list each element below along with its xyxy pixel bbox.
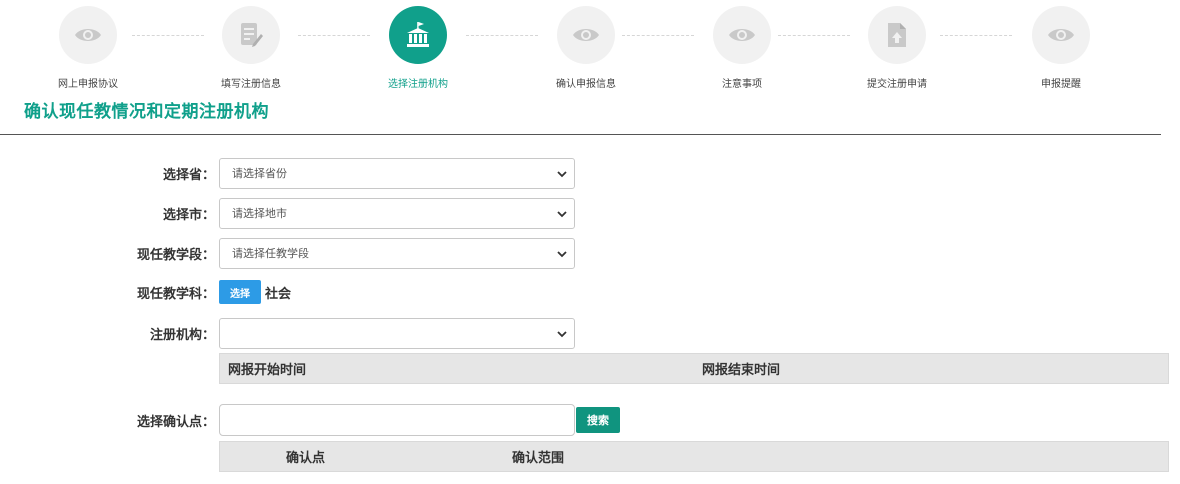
step-select-institution: 选择注册机构 xyxy=(353,6,483,90)
column-header-end-time: 网报结束时间 xyxy=(702,363,781,378)
subject-row: 现任教学科： 选择 社会 xyxy=(0,276,291,308)
chevron-down-icon xyxy=(557,250,567,257)
step-reminder: 申报提醒 xyxy=(996,6,1126,90)
step-confirm-info: 确认申报信息 xyxy=(521,6,651,90)
province-row: 选择省： 请选择省份 xyxy=(0,157,575,189)
province-label: 选择省： xyxy=(162,167,215,183)
stage-select-value: 请选择任教学段 xyxy=(232,247,309,260)
step-label: 提交注册申请 xyxy=(867,79,927,90)
province-select-value: 请选择省份 xyxy=(232,167,287,180)
select-subject-button[interactable]: 选择 xyxy=(219,280,261,304)
step-fill-info: 填写注册信息 xyxy=(186,6,316,90)
edit-document-icon xyxy=(241,23,263,47)
institution-select[interactable] xyxy=(219,317,575,349)
subject-value: 社会 xyxy=(265,286,292,302)
step-label: 申报提醒 xyxy=(1041,79,1081,90)
confirm-point-label: 选择确认点： xyxy=(136,414,215,430)
institution-row: 注册机构： xyxy=(0,317,575,349)
confirm-table-header: 确认点 确认范围 xyxy=(219,441,1169,472)
confirm-point-input[interactable] xyxy=(219,404,575,436)
step-label: 填写注册信息 xyxy=(221,79,281,90)
upload-file-icon xyxy=(888,23,906,47)
stage-row: 现任教学段： 请选择任教学段 xyxy=(0,237,575,269)
eye-icon xyxy=(573,29,599,41)
step-label: 选择注册机构 xyxy=(388,79,448,90)
city-label: 选择市： xyxy=(162,207,215,223)
step-label: 注意事项 xyxy=(722,79,762,90)
city-select-value: 请选择地市 xyxy=(232,207,287,220)
search-button[interactable]: 搜索 xyxy=(576,407,620,433)
title-divider xyxy=(0,134,1161,135)
column-header-start-time: 网报开始时间 xyxy=(228,363,307,378)
city-select[interactable]: 请选择地市 xyxy=(219,197,575,229)
column-header-confirm-point: 确认点 xyxy=(286,451,326,466)
chevron-down-icon xyxy=(557,170,567,177)
step-label: 网上申报协议 xyxy=(58,79,118,90)
subject-label: 现任教学科： xyxy=(136,286,215,302)
step-submit: 提交注册申请 xyxy=(832,6,962,90)
stage-label: 现任教学段： xyxy=(136,247,215,263)
step-label: 确认申报信息 xyxy=(556,79,616,90)
chevron-down-icon xyxy=(557,330,567,337)
page-title: 确认现任教情况和定期注册机构 xyxy=(24,102,269,122)
step-notes: 注意事项 xyxy=(677,6,807,90)
chevron-down-icon xyxy=(557,210,567,217)
period-table-header: 网报开始时间 网报结束时间 xyxy=(219,353,1169,384)
institution-building-icon xyxy=(407,22,429,47)
city-row: 选择市： 请选择地市 xyxy=(0,197,575,229)
province-select[interactable]: 请选择省份 xyxy=(219,157,575,189)
step-agreement: 网上申报协议 xyxy=(23,6,153,90)
eye-icon xyxy=(729,29,755,41)
stage-select[interactable]: 请选择任教学段 xyxy=(219,237,575,269)
eye-icon xyxy=(1048,29,1074,41)
column-header-confirm-scope: 确认范围 xyxy=(512,451,565,466)
institution-label: 注册机构： xyxy=(149,327,215,343)
confirm-point-row: 选择确认点： 搜索 xyxy=(0,404,620,436)
progress-stepper: 网上申报协议 填写注册信息 选择注册机构 确认申报信息 注意事项 提交注册申请 … xyxy=(0,0,1180,95)
eye-icon xyxy=(75,29,101,41)
